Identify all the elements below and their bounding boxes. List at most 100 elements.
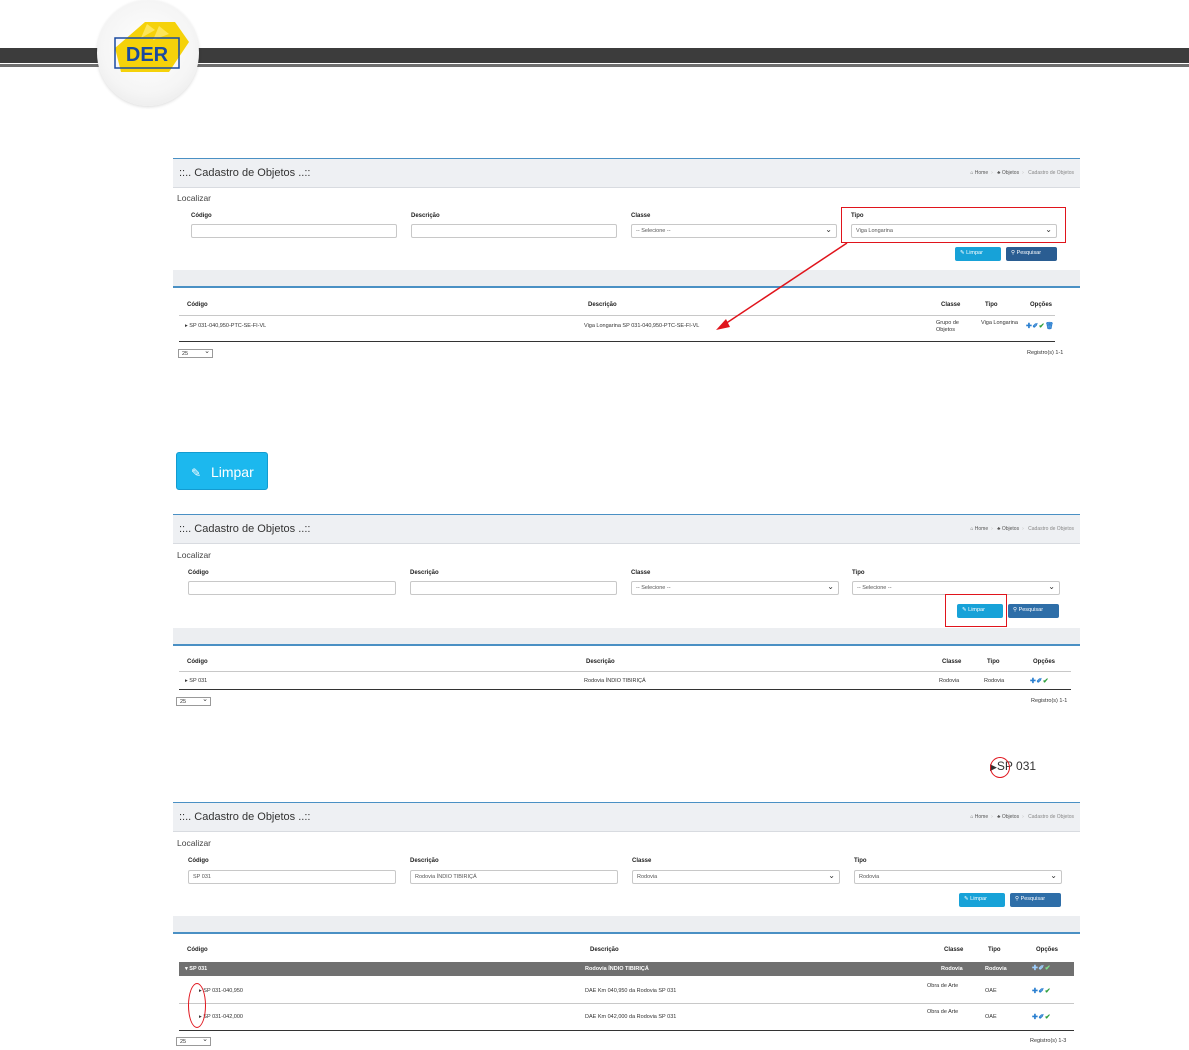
row-codigo-text: SP 031: [189, 966, 208, 972]
table-top-line: [173, 644, 1080, 646]
breadcrumb-home[interactable]: Home: [975, 814, 988, 820]
limpar-button-large[interactable]: ✎ Limpar: [176, 452, 268, 490]
highlight-box: [945, 594, 1007, 627]
codigo-input[interactable]: [188, 581, 396, 595]
users-icon: ♣: [997, 814, 1001, 820]
eraser-icon: ✎: [191, 466, 202, 480]
localizar-label: Localizar: [177, 838, 212, 848]
breadcrumb-objetos[interactable]: Objetos: [1002, 814, 1019, 820]
home-icon: ⌂: [970, 526, 974, 532]
registro-count: Registro(s) 1-1: [1031, 698, 1068, 704]
row-codigo: ▾ SP 031: [185, 966, 207, 973]
descricao-input[interactable]: [410, 581, 617, 595]
col-descricao: Descrição: [590, 947, 619, 953]
panel-header: ::.. Cadastro de Objetos ..:: ⌂ Home › ♣ …: [173, 514, 1080, 544]
col-classe: Classe: [942, 659, 962, 665]
row-codigo: ▸ SP 031: [185, 678, 207, 685]
row-descricao: DAE Km 040,950 da Rodovia SP 031: [585, 988, 677, 994]
check-icon[interactable]: ✔: [1043, 678, 1049, 685]
breadcrumb-objetos[interactable]: Objetos: [1002, 526, 1019, 532]
row-codigo: ▸ SP 031-042,000: [199, 1014, 243, 1021]
header-row-line: [179, 671, 1071, 672]
check-icon[interactable]: ✔: [1045, 1014, 1051, 1021]
row-line: [179, 1003, 1074, 1004]
breadcrumb-current: Cadastro de Objetos: [1028, 526, 1074, 532]
codigo-input[interactable]: SP 031: [188, 870, 396, 884]
breadcrumb: ⌂ Home › ♣ Objetos › Cadastro de Objetos: [970, 526, 1074, 532]
screen-2: ::.. Cadastro de Objetos ..:: ⌂ Home › ♣ …: [173, 514, 1080, 710]
pesquisar-button[interactable]: ⚲ Pesquisar: [1008, 604, 1059, 618]
highlight-circle: [990, 757, 1010, 778]
classe-select[interactable]: Rodovia: [632, 870, 840, 884]
limpar-large-label: Limpar: [210, 464, 254, 480]
limpar-button[interactable]: ✎ Limpar: [959, 893, 1005, 907]
classe-label: Classe: [631, 570, 651, 576]
page-title: ::.. Cadastro de Objetos ..::: [179, 811, 311, 823]
gray-divider: [173, 628, 1080, 644]
col-tipo: Tipo: [987, 659, 1000, 665]
row-classe: Obra de Arte: [927, 1009, 959, 1015]
pesquisar-button[interactable]: ⚲ Pesquisar: [1010, 893, 1061, 907]
tipo-label: Tipo: [852, 570, 865, 576]
tipo-select[interactable]: Rodovia: [854, 870, 1062, 884]
row-options: ✚✐✔: [1032, 987, 1051, 995]
localizar-label: Localizar: [177, 550, 212, 560]
page-size-select[interactable]: 25: [176, 695, 211, 706]
col-tipo: Tipo: [988, 947, 1001, 953]
descricao-label: Descrição: [410, 570, 439, 576]
search-icon: ⚲: [1013, 607, 1018, 613]
tipo-label: Tipo: [854, 858, 867, 864]
col-opcoes: Opções: [1033, 659, 1056, 665]
page-title: ::.. Cadastro de Objetos ..::: [179, 523, 311, 535]
eraser-icon: ✎: [964, 896, 969, 902]
limpar-label: Limpar: [970, 896, 987, 902]
screen-3: ::.. Cadastro de Objetos ..:: ⌂ Home › ♣ …: [173, 802, 1080, 1050]
row-codigo-text: SP 031-040,950: [203, 988, 243, 994]
row-options: ✚✐✔: [1032, 964, 1051, 972]
table-bottom-line: [179, 689, 1071, 690]
gray-divider: [173, 916, 1080, 932]
registro-count: Registro(s) 1-3: [1030, 1038, 1067, 1044]
row-descricao: Rodovia ÍNDIO TIBIRIÇÁ: [585, 966, 649, 972]
highlight-oval: [188, 983, 206, 1028]
users-icon: ♣: [997, 526, 1001, 532]
check-icon[interactable]: ✔: [1045, 988, 1051, 995]
tipo-select[interactable]: -- Selecione --: [852, 581, 1060, 595]
row-classe: Rodovia: [941, 966, 963, 972]
classe-select[interactable]: -- Selecione --: [631, 581, 839, 595]
row-tipo: Rodovia: [985, 966, 1007, 972]
row-codigo-text: SP 031-042,000: [203, 1014, 243, 1020]
row-tipo: OAE: [985, 1014, 997, 1020]
table-row-group[interactable]: ▾ SP 031 Rodovia ÍNDIO TIBIRIÇÁ Rodovia …: [179, 962, 1074, 976]
row-codigo: ▸ SP 031-040,950: [199, 988, 243, 995]
breadcrumb-current: Cadastro de Objetos: [1028, 814, 1074, 820]
caret-down-icon[interactable]: ▾: [185, 966, 188, 972]
caret-right-icon[interactable]: ▸: [185, 678, 188, 684]
page-size-select[interactable]: 25: [176, 1035, 211, 1046]
row-tipo: Rodovia: [984, 678, 1005, 684]
check-icon[interactable]: ✔: [1045, 965, 1051, 972]
col-descricao: Descrição: [586, 659, 615, 665]
codigo-label: Código: [188, 570, 209, 576]
row-codigo-text: SP 031: [189, 678, 208, 684]
breadcrumb-home[interactable]: Home: [975, 526, 988, 532]
row-descricao: Rodovia ÍNDIO TIBIRIÇÁ: [584, 678, 646, 684]
table-top-line: [173, 932, 1080, 934]
col-codigo: Código: [187, 947, 208, 953]
col-opcoes: Opções: [1036, 947, 1059, 953]
col-classe: Classe: [944, 947, 964, 953]
descricao-input[interactable]: Rodovia ÍNDIO TIBIRIÇÁ: [410, 870, 618, 884]
col-codigo: Código: [187, 659, 208, 665]
classe-label: Classe: [632, 858, 652, 864]
panel-header: ::.. Cadastro de Objetos ..:: ⌂ Home › ♣ …: [173, 802, 1080, 832]
table-bottom-line: [179, 1030, 1074, 1031]
breadcrumb: ⌂ Home › ♣ Objetos › Cadastro de Objetos: [970, 814, 1074, 820]
row-descricao: DAE Km 042,000 da Rodovia SP 031: [585, 1014, 677, 1020]
search-icon: ⚲: [1015, 896, 1020, 902]
home-icon: ⌂: [970, 814, 974, 820]
row-classe: Rodovia: [939, 678, 960, 684]
pesquisar-label: Pesquisar: [1018, 607, 1044, 613]
row-classe: Obra de Arte: [927, 983, 959, 989]
pesquisar-label: Pesquisar: [1020, 896, 1046, 902]
row-options: ✚✐✔: [1032, 1013, 1051, 1021]
